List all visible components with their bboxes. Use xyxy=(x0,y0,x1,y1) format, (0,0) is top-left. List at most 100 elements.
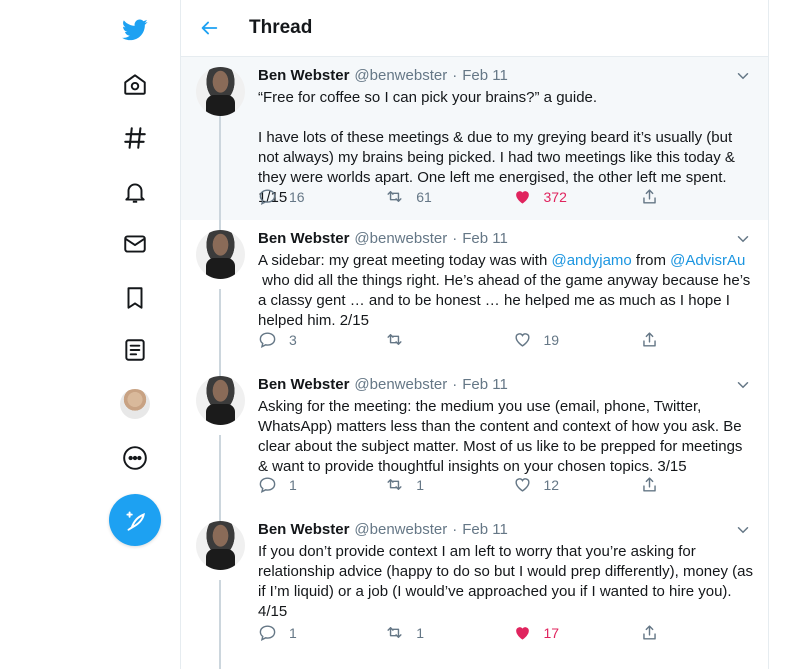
reply-count: 16 xyxy=(289,188,305,205)
retweet-icon xyxy=(387,479,402,490)
reply-count: 1 xyxy=(289,624,297,641)
author-avatar[interactable] xyxy=(196,67,245,116)
page-title: Thread xyxy=(249,17,313,38)
tweet-text: Asking for the meeting: the medium you u… xyxy=(258,398,747,475)
share-icon xyxy=(642,332,656,347)
heart-icon xyxy=(514,333,530,347)
reply-count: 1 xyxy=(289,476,297,493)
tweet-text-part: from xyxy=(631,252,671,269)
explore-hashtag-icon[interactable] xyxy=(113,116,157,160)
reply-icon xyxy=(259,477,276,493)
tweet[interactable]: Ben Webster @benwebster · Feb 11 If you … xyxy=(181,511,768,669)
like-count: 12 xyxy=(543,476,560,493)
author-handle[interactable]: @benwebster xyxy=(354,521,447,538)
tweet-date[interactable]: Feb 11 xyxy=(462,230,508,247)
tweet[interactable]: Ben Webster @benwebster · Feb 11 Asking … xyxy=(181,366,768,521)
author-handle[interactable]: @benwebster xyxy=(354,376,447,393)
reply-button[interactable]: 1 xyxy=(258,623,385,642)
tweet[interactable]: Ben Webster @benwebster · Feb 11 A sideb… xyxy=(181,220,768,376)
share-button[interactable] xyxy=(640,623,678,642)
separator-dot: · xyxy=(452,376,458,393)
author-name[interactable]: Ben Webster xyxy=(258,521,349,538)
retweet-icon xyxy=(387,191,402,202)
author-name[interactable]: Ben Webster xyxy=(258,230,349,247)
share-icon xyxy=(642,625,656,640)
retweet-button[interactable]: 1 xyxy=(385,623,512,642)
reply-button[interactable]: 1 xyxy=(258,475,385,494)
compose-tweet-icon xyxy=(126,511,145,531)
back-arrow-icon xyxy=(201,21,218,35)
thread-header: Thread xyxy=(181,0,768,57)
twitter-thread-page: Thread Ben Webster @benwebster · Feb 11 … xyxy=(0,0,800,669)
more-icon[interactable] xyxy=(113,436,157,480)
tweet-actions: 1 1 17 xyxy=(258,623,678,642)
share-button[interactable] xyxy=(640,330,678,349)
tweet-date[interactable]: Feb 11 xyxy=(462,521,508,538)
author-name[interactable]: Ben Webster xyxy=(258,67,349,84)
retweet-count: 1 xyxy=(416,624,425,641)
bookmarks-icon[interactable] xyxy=(113,276,157,320)
chevron-down-icon[interactable] xyxy=(734,230,752,248)
like-count: 372 xyxy=(543,188,567,205)
compose-tweet-button[interactable] xyxy=(109,494,161,546)
like-button[interactable]: 12 xyxy=(513,475,640,494)
notifications-bell-icon[interactable] xyxy=(113,170,157,214)
thread-connector-line xyxy=(219,289,221,376)
thread-connector-line xyxy=(219,580,221,669)
profile-avatar-image xyxy=(120,389,150,419)
share-button[interactable] xyxy=(640,475,678,494)
separator-dot: · xyxy=(452,521,458,538)
author-handle[interactable]: @benwebster xyxy=(354,230,447,247)
reply-icon xyxy=(259,332,276,348)
profile-avatar[interactable] xyxy=(113,382,157,426)
mention-link[interactable]: @AdvisrAu xyxy=(670,252,745,269)
share-button[interactable] xyxy=(640,187,678,206)
reply-button[interactable]: 3 xyxy=(258,330,385,349)
lists-icon[interactable] xyxy=(113,328,157,372)
tweet-text: If you don’t provide context I am left t… xyxy=(258,543,758,620)
reply-icon xyxy=(259,189,276,205)
separator-dot: · xyxy=(452,230,458,247)
retweet-icon xyxy=(387,334,402,345)
like-count: 17 xyxy=(543,624,560,641)
author-avatar[interactable] xyxy=(196,230,245,279)
tweet-date[interactable]: Feb 11 xyxy=(462,67,508,84)
tweet-date[interactable]: Feb 11 xyxy=(462,376,508,393)
twitter-logo-icon[interactable] xyxy=(113,8,157,52)
messages-mail-icon[interactable] xyxy=(113,222,157,266)
heart-icon xyxy=(514,478,530,492)
retweet-button[interactable]: 1 xyxy=(385,475,512,494)
separator-dot: · xyxy=(452,67,458,84)
author-name[interactable]: Ben Webster xyxy=(258,376,349,393)
tweet-header: Ben Webster @benwebster · Feb 11 xyxy=(258,67,753,87)
like-button[interactable]: 19 xyxy=(513,330,640,349)
tweet-actions: 3 19 xyxy=(258,330,678,349)
author-handle[interactable]: @benwebster xyxy=(354,67,447,84)
retweet-button[interactable] xyxy=(385,330,512,349)
retweet-count: 61 xyxy=(416,188,432,205)
chevron-down-icon[interactable] xyxy=(734,521,752,539)
author-avatar[interactable] xyxy=(196,521,245,570)
tweet[interactable]: Ben Webster @benwebster · Feb 11 “Free f… xyxy=(181,57,768,230)
tweet-actions: 1 1 12 xyxy=(258,475,678,494)
tweet-text-part: A sidebar: my great meeting today was wi… xyxy=(258,252,552,269)
share-icon xyxy=(642,477,656,492)
tweet-text: A sidebar: my great meeting today was wi… xyxy=(258,251,753,331)
mention-link[interactable]: @andyjamo xyxy=(551,252,631,269)
chevron-down-icon[interactable] xyxy=(734,67,752,85)
home-icon[interactable] xyxy=(113,62,157,106)
retweet-button[interactable]: 61 xyxy=(385,187,512,206)
thread-column: Thread Ben Webster @benwebster · Feb 11 … xyxy=(180,0,769,669)
chevron-down-icon[interactable] xyxy=(734,376,752,394)
tweet-header: Ben Webster @benwebster · Feb 11 xyxy=(258,230,753,250)
tweet-actions: 16 61 372 xyxy=(258,187,678,206)
sidebar-nav xyxy=(0,0,180,669)
thread-connector-line xyxy=(219,116,221,230)
back-button[interactable] xyxy=(181,0,237,57)
thread-connector-line xyxy=(219,435,221,521)
reply-icon xyxy=(259,625,276,641)
reply-button[interactable]: 16 xyxy=(258,187,385,206)
like-button[interactable]: 17 xyxy=(513,623,640,642)
author-avatar[interactable] xyxy=(196,376,245,425)
like-button[interactable]: 372 xyxy=(513,187,640,206)
